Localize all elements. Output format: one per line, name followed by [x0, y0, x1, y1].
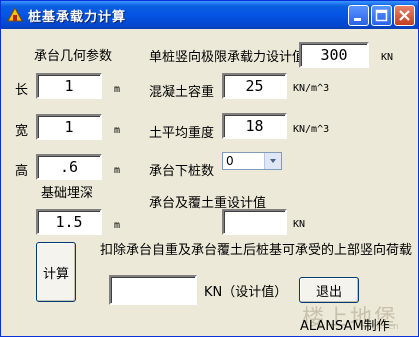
chevron-down-icon	[270, 159, 276, 163]
form-area: 承台几何参数 长 1 m 宽 1 m 高 .6 m 基础埋深 1.5 m 计算 …	[4, 29, 415, 335]
depth-field[interactable]: 1.5	[36, 209, 102, 235]
result-label: 扣除承台自重及承台覆土后桩基可承受的上部竖向荷载	[100, 243, 413, 258]
length-label: 长	[15, 83, 29, 98]
window-title: 桩基承载力计算	[28, 10, 127, 25]
pile-capacity-unit: KN	[381, 52, 394, 63]
pile-count-label: 承台下桩数	[149, 164, 215, 179]
soil-density-label: 土平均重度	[149, 126, 215, 141]
author-credit: ALANSAM制作	[300, 319, 390, 334]
concrete-density-unit: KN/m^3	[293, 83, 330, 94]
height-label: 高	[15, 164, 29, 179]
depth-label: 基础埋深	[41, 186, 94, 201]
depth-unit: m	[114, 220, 121, 231]
minimize-icon	[354, 18, 361, 21]
height-unit: m	[114, 165, 121, 176]
pile-capacity-field[interactable]: 300	[299, 42, 369, 68]
result-unit: KN（设计值）	[204, 285, 288, 300]
width-unit: m	[114, 125, 121, 136]
maximize-button[interactable]	[371, 5, 392, 26]
width-label: 宽	[15, 124, 29, 139]
concrete-density-field[interactable]: 25	[222, 73, 287, 99]
length-unit: m	[114, 84, 121, 95]
close-icon	[399, 10, 410, 21]
cap-soil-weight-field[interactable]	[222, 209, 287, 235]
pile-count-select[interactable]: 0	[222, 152, 282, 170]
cap-soil-weight-unit: KN	[293, 219, 306, 230]
maximize-icon	[375, 9, 388, 22]
pile-count-value: 0	[226, 154, 234, 168]
calculate-button[interactable]: 计算	[36, 242, 76, 302]
soil-density-unit: KN/m^3	[293, 124, 330, 135]
app-icon	[7, 7, 23, 22]
length-field[interactable]: 1	[36, 73, 102, 99]
main-window: 桩基承载力计算 承台几何参数 长 1 m 宽 1 m 高 .6 m 基础埋深 1…	[0, 0, 419, 337]
pile-capacity-label: 单桩竖向极限承载力设计值	[149, 50, 306, 65]
soil-density-field[interactable]: 18	[222, 113, 287, 139]
result-field[interactable]	[109, 275, 197, 305]
width-field[interactable]: 1	[36, 114, 102, 140]
height-field[interactable]: .6	[36, 154, 102, 180]
close-button[interactable]	[394, 5, 415, 26]
minimize-button[interactable]	[348, 5, 369, 26]
geometry-group-label: 承台几何参数	[34, 49, 113, 64]
concrete-density-label: 混凝土容重	[149, 85, 215, 100]
title-bar[interactable]: 桩基承载力计算	[1, 1, 418, 29]
dropdown-arrow[interactable]	[264, 153, 281, 169]
